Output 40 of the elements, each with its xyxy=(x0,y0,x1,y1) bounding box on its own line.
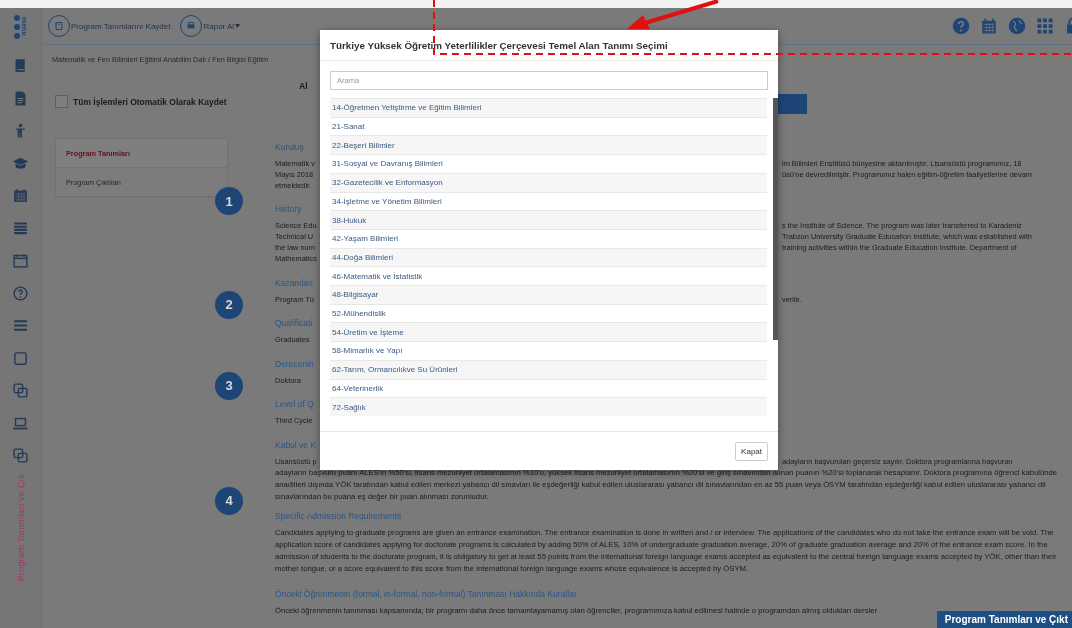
floating-tab[interactable]: Program Tanımları ve Çıkt xyxy=(936,611,1072,628)
list-option[interactable]: 14-Öğretmen Yetiştirme ve Eğitim Bilimleri xyxy=(330,98,767,117)
step-number: 3 xyxy=(215,371,243,400)
section-heading: Specific Admission Requirements xyxy=(275,510,402,523)
question-icon[interactable] xyxy=(12,284,29,302)
list-option[interactable]: 54-Üretim ve İşleme xyxy=(330,322,767,342)
caret-icon xyxy=(235,24,241,28)
scrollbar-thumb[interactable] xyxy=(773,98,778,340)
dialog-title: Türkiye Yüksek Öğretim Yeterlilikler Çerçevesi Temel Alan Tanımı Seçimi xyxy=(330,39,668,51)
copy-icon[interactable] xyxy=(12,447,29,464)
menu-icon[interactable] xyxy=(12,317,29,334)
grid-icon[interactable] xyxy=(1036,17,1054,35)
step-number: 2 xyxy=(215,290,243,319)
calendar-icon[interactable] xyxy=(980,17,998,35)
checkbox[interactable] xyxy=(55,95,68,108)
list-option[interactable]: 72-Sağlık xyxy=(330,397,767,416)
step-number: 1 xyxy=(215,187,243,215)
close-button[interactable]: Kapat xyxy=(735,441,768,461)
calendar-icon[interactable] xyxy=(12,252,29,269)
checkbox-label: Tüm İşlemleri Otomatik Olarak Kaydet xyxy=(73,96,227,107)
list-option[interactable]: 48-Bilgisayar xyxy=(330,285,767,304)
calendar-icon[interactable] xyxy=(12,187,29,204)
save-icon[interactable] xyxy=(52,19,66,33)
section-heading: Qualificati xyxy=(275,317,313,330)
globe-icon[interactable] xyxy=(1008,17,1026,35)
section-heading: Kazanılan xyxy=(275,277,313,290)
list-icon[interactable] xyxy=(12,219,29,237)
section-heading: Önceki Öğrenmenin (formal, in-formal, non-formal) Tanınması Hakkında Kurallar xyxy=(275,588,577,601)
section-heading: Derecenin xyxy=(275,358,314,371)
section-heading: Kabul ve K xyxy=(275,439,317,452)
section-heading: History xyxy=(275,203,302,216)
list-option[interactable]: 38-Hukuk xyxy=(330,210,767,229)
copy-icon[interactable] xyxy=(12,382,29,399)
section-heading: Kuruluş xyxy=(275,141,304,154)
square-icon[interactable] xyxy=(12,349,29,367)
section-heading: Level of Q xyxy=(275,398,314,411)
step-number: 4 xyxy=(215,486,243,515)
help-icon[interactable] xyxy=(952,17,970,35)
list-option[interactable]: 22-Beşeri Bilimler xyxy=(330,135,767,155)
field-label: Al xyxy=(299,81,308,91)
